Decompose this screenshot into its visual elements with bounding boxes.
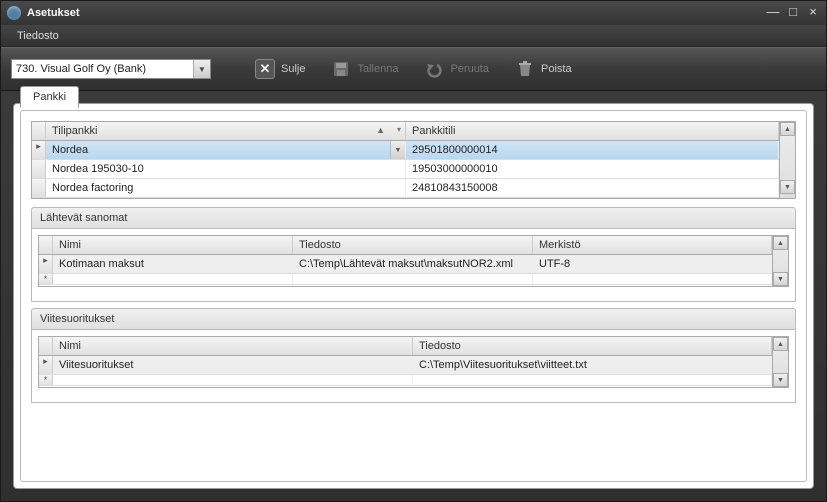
section-outgoing-body: Nimi Tiedosto Merkistö ▸ Kotimaan maksut… [31,229,796,302]
scroll-down-icon[interactable]: ▼ [773,373,788,387]
filter-icon[interactable]: ▾ [397,125,401,134]
section-outgoing: Lähtevät sanomat [31,207,796,229]
window-title: Asetukset [27,7,766,19]
save-icon [331,59,351,79]
new-row-icon: * [39,375,53,385]
cell-file[interactable]: C:\Temp\Lähtevät maksut\maksutNOR2.xml [293,255,533,273]
table-row[interactable]: ▸ Kotimaan maksut C:\Temp\Lähtevät maksu… [39,255,772,274]
row-indicator-header [32,122,46,140]
undo-icon [424,59,444,79]
scroll-down-icon[interactable]: ▼ [780,180,795,194]
col-name[interactable]: Nimi [53,337,413,355]
chevron-down-icon[interactable]: ▼ [390,141,405,159]
tab-bank[interactable]: Pankki [20,86,79,108]
col-name[interactable]: Nimi [53,236,293,254]
vertical-scrollbar[interactable]: ▲ ▼ [779,122,795,198]
save-button[interactable]: Tallenna [325,55,404,83]
cell-file[interactable]: C:\Temp\Viitesuoritukset\viitteet.txt [413,356,772,374]
cell-bank[interactable]: Nordea ▼ [46,141,406,159]
references-grid: Nimi Tiedosto ▸ Viitesuoritukset C:\Temp… [38,336,789,388]
entity-select-value: 730. Visual Golf Oy (Bank) [16,63,146,75]
current-row-icon: ▸ [39,356,53,374]
table-row[interactable]: ▸ Nordea ▼ 29501800000014 [32,141,779,160]
table-row[interactable]: Nordea factoring 24810843150008 [32,179,779,198]
section-references: Viitesuoritukset [31,308,796,330]
cell-account[interactable]: 29501800000014 [406,141,779,159]
table-row[interactable]: Nordea 195030-10 19503000000010 [32,160,779,179]
new-row[interactable]: * [39,274,772,285]
cancel-label: Peruuta [450,63,489,75]
cell-name[interactable]: Kotimaan maksut [53,255,293,273]
col-file[interactable]: Tiedosto [293,236,533,254]
chevron-down-icon[interactable]: ▼ [193,60,210,78]
close-icon: ✕ [255,59,275,79]
col-bank[interactable]: Tilipankki ▲ ▾ [46,122,406,140]
delete-label: Poista [541,63,572,75]
scroll-down-icon[interactable]: ▼ [773,272,788,286]
menu-file[interactable]: Tiedosto [9,27,67,45]
col-account[interactable]: Pankkitili [406,122,779,140]
app-icon [7,6,21,20]
trash-icon [515,59,535,79]
current-row-icon: ▸ [39,255,53,273]
content-area: Pankki Tilipankki ▲ ▾ Pankkitili [1,91,826,501]
outgoing-grid: Nimi Tiedosto Merkistö ▸ Kotimaan maksut… [38,235,789,287]
settings-window: Asetukset — □ × Tiedosto 730. Visual Gol… [0,0,827,502]
new-row-icon: * [39,274,53,284]
new-row[interactable]: * [39,375,772,386]
toolbar: 730. Visual Golf Oy (Bank) ▼ ✕ Sulje Tal… [1,47,826,91]
delete-button[interactable]: Poista [509,55,578,83]
titlebar: Asetukset — □ × [1,1,826,25]
entity-select[interactable]: 730. Visual Golf Oy (Bank) ▼ [11,59,211,79]
cell-account[interactable]: 24810843150008 [406,179,779,197]
minimize-button[interactable]: — [766,7,780,19]
section-references-body: Nimi Tiedosto ▸ Viitesuoritukset C:\Temp… [31,330,796,403]
col-file[interactable]: Tiedosto [413,337,772,355]
vertical-scrollbar[interactable]: ▲ ▼ [772,236,788,286]
scroll-up-icon[interactable]: ▲ [780,122,795,136]
cell-bank[interactable]: Nordea factoring [46,179,406,197]
vertical-scrollbar[interactable]: ▲ ▼ [772,337,788,387]
cell-name[interactable]: Viitesuoritukset [53,356,413,374]
close-label: Sulje [281,63,305,75]
maximize-button[interactable]: □ [786,7,800,19]
scroll-up-icon[interactable]: ▲ [773,236,788,250]
scroll-up-icon[interactable]: ▲ [773,337,788,351]
col-charset[interactable]: Merkistö [533,236,772,254]
cell-account[interactable]: 19503000000010 [406,160,779,178]
close-window-button[interactable]: × [806,7,820,19]
panel-inner: Tilipankki ▲ ▾ Pankkitili ▸ Nordea [20,110,807,482]
banks-grid: Tilipankki ▲ ▾ Pankkitili ▸ Nordea [31,121,796,199]
cancel-button[interactable]: Peruuta [418,55,495,83]
main-panel: Pankki Tilipankki ▲ ▾ Pankkitili [13,103,814,489]
sort-asc-icon: ▲ [376,125,385,135]
save-label: Tallenna [357,63,398,75]
cell-charset[interactable]: UTF-8 [533,255,772,273]
table-row[interactable]: ▸ Viitesuoritukset C:\Temp\Viitesuorituk… [39,356,772,375]
menubar: Tiedosto [1,25,826,47]
current-row-icon: ▸ [32,141,46,159]
cell-bank[interactable]: Nordea 195030-10 [46,160,406,178]
close-button[interactable]: ✕ Sulje [249,55,311,83]
